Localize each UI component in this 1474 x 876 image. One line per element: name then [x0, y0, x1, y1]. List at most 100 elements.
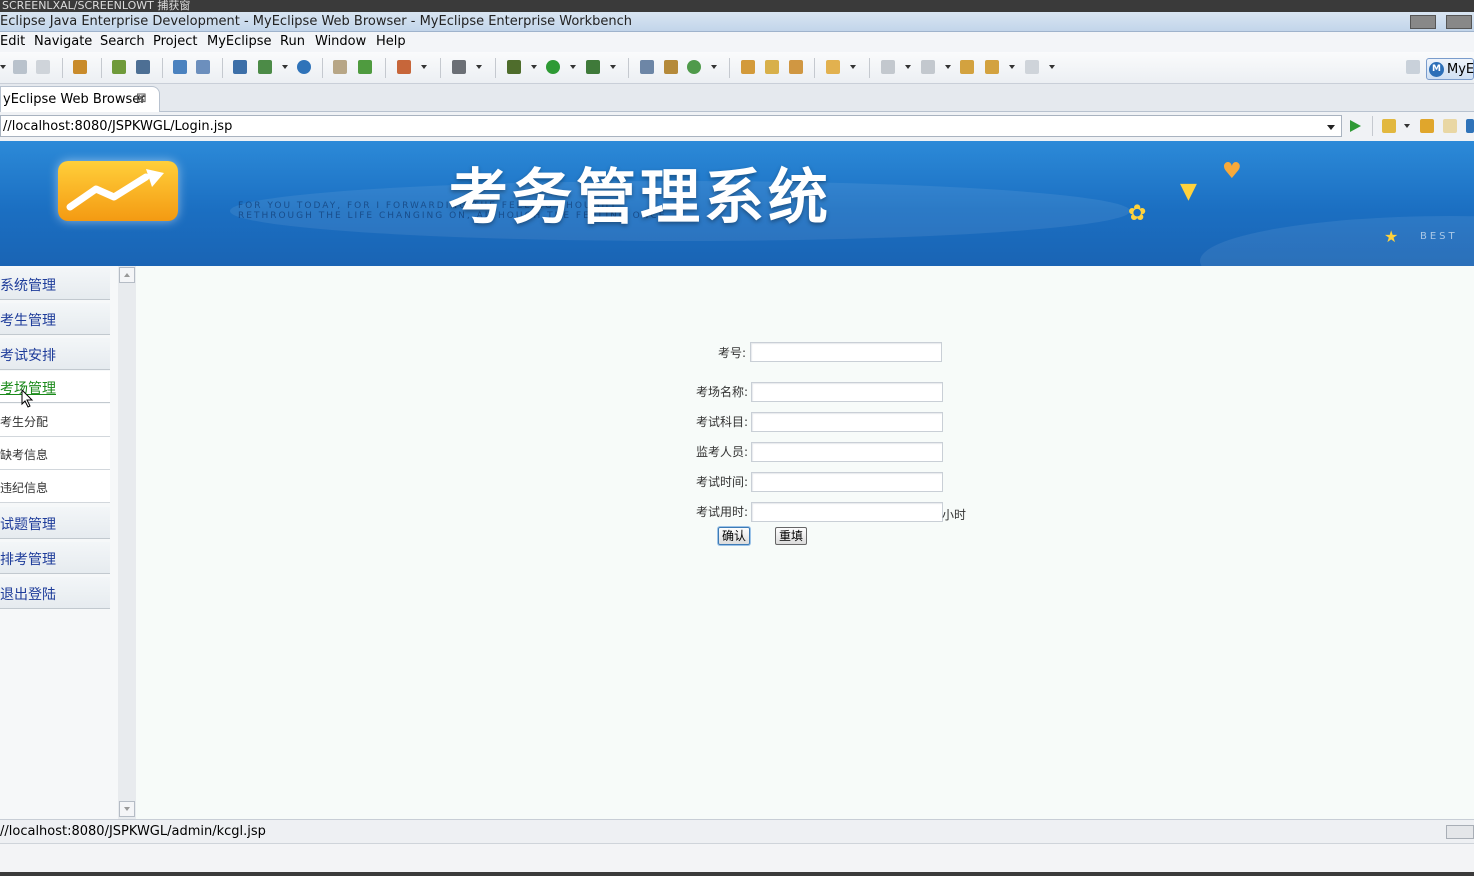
- address-input[interactable]: //localhost:8080/JSPKWGL/Login.jsp: [0, 115, 1342, 137]
- wizard2-icon[interactable]: [196, 60, 210, 74]
- nav-sub-label: 违纪信息: [0, 481, 49, 495]
- dropdown-arrow-icon[interactable]: [421, 65, 427, 69]
- dropdown-arrow-icon[interactable]: [282, 65, 288, 69]
- nav-schedule[interactable]: 考试安排: [0, 338, 110, 370]
- menu-myeclipse[interactable]: MyEclipse: [207, 34, 272, 49]
- confirm-button[interactable]: 确认: [718, 527, 750, 545]
- nav-sub-student-assign[interactable]: 考生分配: [0, 404, 110, 437]
- nav-sub-label: 考生分配: [0, 415, 49, 429]
- new-wizard-icon[interactable]: [397, 60, 411, 74]
- refresh-icon[interactable]: [687, 60, 701, 74]
- status-url: //localhost:8080/JSPKWGL/admin/kcgl.jsp: [0, 824, 266, 839]
- toolbar-separator: [162, 58, 163, 78]
- dropdown-arrow-icon[interactable]: [1404, 124, 1410, 128]
- prev-annotation-icon[interactable]: [921, 60, 935, 74]
- export-icon[interactable]: [258, 60, 272, 74]
- duration-input[interactable]: [751, 502, 943, 522]
- folder2-icon[interactable]: [826, 60, 840, 74]
- reset-button[interactable]: 重填: [775, 527, 807, 545]
- home-icon[interactable]: [1466, 119, 1474, 133]
- perspective-label: MyE: [1447, 62, 1474, 77]
- toolbar-separator: [222, 58, 223, 78]
- forward-arrow-icon[interactable]: [1443, 119, 1457, 133]
- dropdown-arrow-icon[interactable]: [570, 65, 576, 69]
- package-icon[interactable]: [73, 60, 87, 74]
- back-icon[interactable]: [985, 60, 999, 74]
- minimize-button[interactable]: [1410, 15, 1436, 29]
- chevron-down-icon[interactable]: [1327, 125, 1335, 130]
- save-icon[interactable]: [13, 60, 27, 74]
- nav-exam-room[interactable]: 考场管理: [0, 371, 110, 403]
- debug-icon[interactable]: [507, 60, 521, 74]
- dropdown-arrow-icon[interactable]: [945, 65, 951, 69]
- site-banner: FOR YOU TODAY, FOR I FORWARDING THE FEEL…: [0, 141, 1474, 266]
- dropdown-arrow-icon[interactable]: [711, 65, 717, 69]
- exam-time-input[interactable]: [751, 472, 943, 492]
- nav-questions[interactable]: 试题管理: [0, 507, 110, 539]
- folder-icon[interactable]: [333, 60, 347, 74]
- nav-label: 考生管理: [0, 313, 56, 329]
- menu-edit[interactable]: Edit: [0, 34, 25, 49]
- menu-navigate[interactable]: Navigate: [34, 34, 92, 49]
- nav-logout[interactable]: 退出登陆: [0, 577, 110, 609]
- menu-run[interactable]: Run: [280, 34, 305, 49]
- forward-icon[interactable]: [1025, 60, 1039, 74]
- browser-address-row: //localhost:8080/JSPKWGL/Login.jsp: [0, 112, 1474, 141]
- open-perspective-icon[interactable]: [1406, 60, 1420, 74]
- globe-icon[interactable]: [297, 60, 311, 74]
- room-name-input[interactable]: [751, 382, 943, 402]
- pen-icon[interactable]: [765, 60, 779, 74]
- close-icon[interactable]: ⊠: [136, 91, 147, 106]
- nav-sub-violation[interactable]: 违纪信息: [0, 470, 110, 503]
- last-edit-icon[interactable]: [960, 60, 974, 74]
- new-icon[interactable]: [358, 60, 372, 74]
- dropdown-arrow-icon[interactable]: [1009, 65, 1015, 69]
- next-annotation-icon[interactable]: [881, 60, 895, 74]
- wizard-icon[interactable]: [173, 60, 187, 74]
- menu-project[interactable]: Project: [153, 34, 197, 49]
- invigilator-input[interactable]: [751, 442, 943, 462]
- tab-web-browser[interactable]: yEclipse Web Browser ⊠: [0, 86, 160, 112]
- toolbar-separator: [101, 58, 102, 78]
- camera-icon[interactable]: [452, 60, 466, 74]
- menu-search[interactable]: Search: [100, 34, 145, 49]
- dropdown-arrow-icon[interactable]: [1049, 65, 1055, 69]
- open-type-icon[interactable]: [640, 60, 654, 74]
- nav-students[interactable]: 考生管理: [0, 303, 110, 335]
- exam-number-input[interactable]: [750, 342, 942, 362]
- toolbar-separator: [869, 58, 870, 78]
- scroll-down-button[interactable]: [119, 801, 135, 817]
- menu-window[interactable]: Window: [315, 34, 366, 49]
- myeclipse-perspective-button[interactable]: M MyE: [1426, 58, 1474, 80]
- external-tools-icon[interactable]: [586, 60, 600, 74]
- toolbar-separator: [628, 58, 629, 78]
- nav-sub-absence[interactable]: 缺考信息: [0, 437, 110, 470]
- favorites-icon[interactable]: [1382, 119, 1396, 133]
- menu-help[interactable]: Help: [376, 34, 406, 49]
- dropdown-arrow-icon[interactable]: [476, 65, 482, 69]
- open-folder-icon[interactable]: [741, 60, 755, 74]
- dropdown-arrow-icon[interactable]: [610, 65, 616, 69]
- hierarchy-icon[interactable]: [664, 60, 678, 74]
- dropdown-arrow-icon[interactable]: [905, 65, 911, 69]
- field-row: 考场名称:: [656, 381, 748, 401]
- server-icon[interactable]: [136, 60, 150, 74]
- subject-input[interactable]: [751, 412, 943, 432]
- chevron-up-icon: [124, 273, 130, 277]
- go-icon[interactable]: [1350, 120, 1361, 132]
- dropdown-arrow-icon[interactable]: [531, 65, 537, 69]
- edit-icon[interactable]: [789, 60, 803, 74]
- bug-icon[interactable]: [112, 60, 126, 74]
- nav-scrollbar[interactable]: [118, 266, 136, 819]
- dropdown-arrow-icon[interactable]: [850, 65, 856, 69]
- dropdown-arrow-icon[interactable]: [0, 65, 6, 69]
- print-icon[interactable]: [36, 60, 50, 74]
- nav-arrangement[interactable]: 排考管理: [0, 542, 110, 574]
- nav-system[interactable]: 系统管理: [0, 268, 110, 300]
- maximize-button[interactable]: [1446, 15, 1472, 29]
- status-scroll[interactable]: [1446, 825, 1474, 839]
- scroll-up-button[interactable]: [119, 267, 135, 283]
- back-arrow-icon[interactable]: [1420, 119, 1434, 133]
- run-icon[interactable]: [546, 60, 560, 74]
- deploy-icon[interactable]: [233, 60, 247, 74]
